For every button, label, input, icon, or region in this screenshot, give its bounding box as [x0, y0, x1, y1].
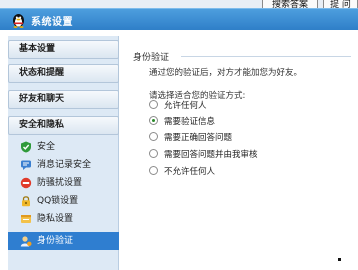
sidebar-item-label: 身份验证: [37, 236, 74, 246]
settings-window: 系统设置 基本设置 状态和提醒 好友和聊天 安全和隐私 安全 消息记录安全 防骚…: [0, 8, 358, 270]
nav-status-reminders[interactable]: 状态和提醒: [8, 64, 119, 83]
radio-label: 需要正确回答问题: [164, 133, 233, 143]
sidebar-item-message-history[interactable]: 消息记录安全: [8, 156, 119, 174]
sidebar-item-qq-lock[interactable]: QQ锁设置: [8, 192, 119, 210]
section-title: 身份验证: [133, 53, 170, 63]
section-description: 通过您的验证后，对方才能加您为好友。: [149, 68, 303, 78]
sidebar-item-label: 隐私设置: [37, 214, 74, 224]
nav-basic-settings[interactable]: 基本设置: [8, 40, 119, 59]
sidebar-item-label: 安全: [37, 142, 56, 152]
radio-button[interactable]: [149, 166, 158, 175]
radio-label: 需要验证信息: [164, 117, 216, 127]
radio-button[interactable]: [149, 132, 158, 141]
nav-friends-chat[interactable]: 好友和聊天: [8, 90, 119, 109]
lock-icon: [22, 196, 30, 207]
radio-label: 允许任何人: [164, 101, 207, 111]
qq-penguin-icon: [13, 14, 24, 28]
identity-verification-panel: 身份验证 通过您的验证后，对方才能加您为好友。 请选择适合您的验证方式: 允许任…: [121, 36, 358, 270]
sidebar-item-privacy[interactable]: 隐私设置: [8, 210, 119, 228]
sidebar-item-label: 消息记录安全: [37, 160, 92, 170]
radio-option-deny-anyone[interactable]: 不允许任何人: [149, 166, 215, 178]
sidebar-item-security[interactable]: 安全: [8, 138, 119, 156]
sidebar-item-identity-verification[interactable]: 身份验证: [8, 232, 119, 250]
settings-sidebar: 基本设置 状态和提醒 好友和聊天 安全和隐私 安全 消息记录安全 防骚扰设置 Q…: [8, 36, 119, 270]
section-divider: [181, 56, 351, 57]
anti-harassment-icon: [20, 177, 32, 189]
radio-option-allow-anyone[interactable]: 允许任何人: [149, 100, 207, 112]
radio-label: 不允许任何人: [164, 167, 216, 177]
radio-button[interactable]: [149, 116, 158, 125]
radio-label: 需要回答问题并由我审核: [164, 150, 258, 160]
sidebar-item-anti-harassment[interactable]: 防骚扰设置: [8, 174, 119, 192]
shield-icon: [21, 141, 31, 153]
radio-button[interactable]: [149, 100, 158, 109]
sidebar-item-label: QQ锁设置: [37, 196, 79, 206]
window-title: 系统设置: [31, 17, 73, 28]
window-body: 基本设置 状态和提醒 好友和聊天 安全和隐私 安全 消息记录安全 防骚扰设置 Q…: [0, 30, 358, 270]
radio-option-require-verification[interactable]: 需要验证信息: [149, 116, 215, 128]
radio-button[interactable]: [149, 149, 158, 158]
title-bar[interactable]: 系统设置: [0, 8, 358, 30]
sidebar-item-label: 防骚扰设置: [37, 178, 83, 188]
nav-security-privacy[interactable]: 安全和隐私: [8, 116, 119, 135]
radio-option-answer-and-review[interactable]: 需要回答问题并由我审核: [149, 149, 258, 161]
privacy-icon: [21, 215, 31, 223]
identity-icon: [20, 236, 32, 247]
radio-option-require-answer[interactable]: 需要正确回答问题: [149, 132, 232, 144]
cursor-dot: [338, 258, 341, 261]
message-history-icon: [21, 160, 31, 170]
